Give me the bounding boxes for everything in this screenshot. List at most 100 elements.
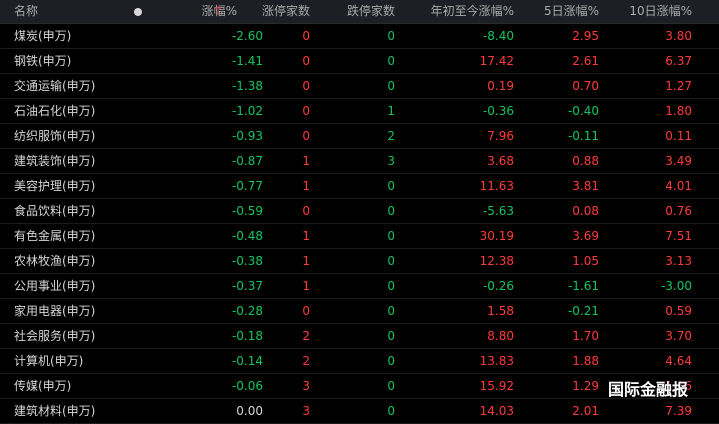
table-row[interactable]: 计算机(申万) -0.14 2 0 13.83 1.88 4.64 — [0, 349, 719, 374]
ytd-change: 30.19 — [479, 229, 514, 243]
change-10d: 3.70 — [665, 329, 692, 343]
change-5d: 1.29 — [572, 379, 599, 393]
table-row[interactable]: 有色金属(申万) -0.48 1 0 30.19 3.69 7.51 — [0, 224, 719, 249]
limit-down-count: 0 — [387, 379, 395, 393]
limit-up-count: 0 — [302, 304, 310, 318]
limit-up-count: 1 — [302, 229, 310, 243]
limit-down-count: 0 — [387, 79, 395, 93]
table-row[interactable]: 家用电器(申万) -0.28 0 0 1.58 -0.21 0.59 — [0, 299, 719, 324]
limit-up-count: 0 — [302, 104, 310, 118]
ytd-change: 7.96 — [487, 129, 514, 143]
sector-name: 建筑材料(申万) — [14, 404, 96, 418]
limit-up-count: 0 — [302, 79, 310, 93]
table-row[interactable]: 社会服务(申万) -0.18 2 0 8.80 1.70 3.70 — [0, 324, 719, 349]
change-5d: 1.05 — [572, 254, 599, 268]
sector-name: 有色金属(申万) — [14, 229, 96, 243]
change-pct: -0.38 — [231, 254, 263, 268]
limit-up-count: 1 — [302, 154, 310, 168]
sector-name: 社会服务(申万) — [14, 329, 96, 343]
column-header-ytd[interactable]: 年初至今涨幅% — [431, 0, 514, 23]
change-pct: -0.59 — [231, 204, 263, 218]
limit-up-count: 0 — [302, 29, 310, 43]
sector-name: 食品饮料(申万) — [14, 204, 96, 218]
change-10d: 1.80 — [665, 104, 692, 118]
table-row[interactable]: 建筑装饰(申万) -0.87 1 3 3.68 0.88 3.49 — [0, 149, 719, 174]
change-5d: 2.61 — [572, 54, 599, 68]
limit-down-count: 0 — [387, 229, 395, 243]
change-pct: -0.87 — [231, 154, 263, 168]
limit-up-count: 2 — [302, 329, 310, 343]
table-body: 煤炭(申万) -2.60 0 0 -8.40 2.95 3.80 钢铁(申万) -1.41 0 0 1… — [0, 24, 719, 424]
sector-name: 传媒(申万) — [14, 379, 72, 393]
sector-name: 农林牧渔(申万) — [14, 254, 96, 268]
change-pct: -0.28 — [231, 304, 263, 318]
table-header: 名称 涨幅% ↑ 涨停家数 跌停家数 年初至今涨幅% 5日涨幅% 10日涨幅% — [0, 0, 719, 24]
sort-ascending-icon[interactable]: ↑ — [213, 0, 223, 23]
settings-dot-icon[interactable] — [134, 8, 142, 16]
change-10d: 0.59 — [665, 304, 692, 318]
change-5d: 2.01 — [572, 404, 599, 418]
limit-down-count: 0 — [387, 54, 395, 68]
table-row[interactable]: 煤炭(申万) -2.60 0 0 -8.40 2.95 3.80 — [0, 24, 719, 49]
limit-down-count: 0 — [387, 354, 395, 368]
change-5d: 0.08 — [572, 204, 599, 218]
table-row[interactable]: 食品饮料(申万) -0.59 0 0 -5.63 0.08 0.76 — [0, 199, 719, 224]
ytd-change: 12.38 — [479, 254, 514, 268]
sector-name: 美容护理(申万) — [14, 179, 96, 193]
column-header-name[interactable]: 名称 — [14, 0, 38, 23]
limit-down-count: 0 — [387, 254, 395, 268]
table-row[interactable]: 公用事业(申万) -0.37 1 0 -0.26 -1.61 -3.00 — [0, 274, 719, 299]
change-10d: 3.80 — [665, 29, 692, 43]
change-pct: 0.00 — [236, 404, 263, 418]
column-header-limit-up[interactable]: 涨停家数 — [262, 0, 310, 23]
limit-down-count: 0 — [387, 304, 395, 318]
change-pct: -0.77 — [231, 179, 263, 193]
change-pct: -0.93 — [231, 129, 263, 143]
table-row[interactable]: 石油石化(申万) -1.02 0 1 -0.36 -0.40 1.80 — [0, 99, 719, 124]
sector-name: 家用电器(申万) — [14, 304, 96, 318]
ytd-change: 3.68 — [487, 154, 514, 168]
table-row[interactable]: 交通运输(申万) -1.38 0 0 0.19 0.70 1.27 — [0, 74, 719, 99]
ytd-change: 0.19 — [487, 79, 514, 93]
change-5d: 1.88 — [572, 354, 599, 368]
ytd-change: 1.58 — [487, 304, 514, 318]
limit-up-count: 3 — [302, 379, 310, 393]
sector-name: 建筑装饰(申万) — [14, 154, 96, 168]
sector-name: 计算机(申万) — [14, 354, 84, 368]
sector-name: 交通运输(申万) — [14, 79, 96, 93]
table-row[interactable]: 建筑材料(申万) 0.00 3 0 14.03 2.01 7.39 — [0, 399, 719, 424]
table-row[interactable]: 美容护理(申万) -0.77 1 0 11.63 3.81 4.01 — [0, 174, 719, 199]
column-header-5d[interactable]: 5日涨幅% — [544, 0, 599, 23]
change-10d: 4.01 — [665, 179, 692, 193]
change-10d: 7.51 — [665, 229, 692, 243]
limit-down-count: 1 — [387, 104, 395, 118]
sector-name: 公用事业(申万) — [14, 279, 96, 293]
sector-name: 石油石化(申万) — [14, 104, 96, 118]
column-header-limit-down[interactable]: 跌停家数 — [347, 0, 395, 23]
change-5d: 2.95 — [572, 29, 599, 43]
change-5d: 3.81 — [572, 179, 599, 193]
table-row[interactable]: 纺织服饰(申万) -0.93 0 2 7.96 -0.11 0.11 — [0, 124, 719, 149]
ytd-change: -5.63 — [482, 204, 514, 218]
limit-down-count: 0 — [387, 279, 395, 293]
change-10d: 7.39 — [665, 404, 692, 418]
change-10d: 1.27 — [665, 79, 692, 93]
change-10d: 6.37 — [665, 54, 692, 68]
change-pct: -1.02 — [231, 104, 263, 118]
change-pct: -0.18 — [231, 329, 263, 343]
column-header-10d[interactable]: 10日涨幅% — [629, 0, 692, 23]
limit-up-count: 2 — [302, 354, 310, 368]
table-row[interactable]: 钢铁(申万) -1.41 0 0 17.42 2.61 6.37 — [0, 49, 719, 74]
ytd-change: 11.63 — [479, 179, 514, 193]
limit-up-count: 0 — [302, 204, 310, 218]
change-pct: -0.14 — [231, 354, 263, 368]
table-row[interactable]: 农林牧渔(申万) -0.38 1 0 12.38 1.05 3.13 — [0, 249, 719, 274]
ytd-change: 8.80 — [487, 329, 514, 343]
limit-down-count: 0 — [387, 404, 395, 418]
sector-name: 煤炭(申万) — [14, 29, 72, 43]
change-10d: 3.13 — [665, 254, 692, 268]
limit-up-count: 0 — [302, 129, 310, 143]
change-pct: -0.06 — [231, 379, 263, 393]
limit-down-count: 3 — [387, 154, 395, 168]
change-pct: -1.38 — [231, 79, 263, 93]
